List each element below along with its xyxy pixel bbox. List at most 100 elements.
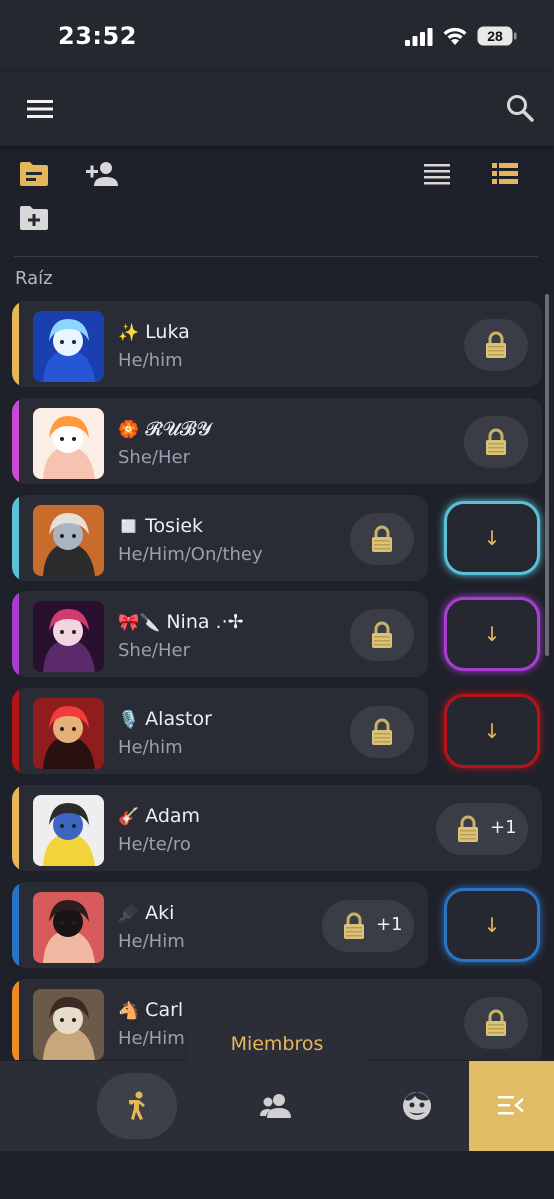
tab-members[interactable]: Miembros: [187, 1023, 367, 1065]
privacy-extra-count: +1: [490, 817, 517, 838]
groups-icon[interactable]: [259, 1092, 295, 1120]
member-list: ✨ Luka He/him 🏵️ 𝓡𝓤𝓑𝓨 She/Her ◻️ Tosiek He/Him/O…: [0, 298, 554, 1060]
privacy-lock-button[interactable]: [464, 319, 528, 371]
member-name: 🎸 Adam: [118, 805, 200, 827]
lock-icon: [458, 815, 478, 842]
privacy-lock-button[interactable]: [350, 512, 414, 565]
member-row: 🪮 Aki He/Him +1 ↓: [12, 881, 542, 968]
arrow-down-icon: ↓: [483, 719, 501, 744]
member-avatar: [33, 795, 104, 866]
member-card[interactable]: 🏵️ 𝓡𝓤𝓑𝓨 She/Her: [12, 397, 542, 484]
member-avatar: [33, 601, 104, 673]
member-avatar: [33, 891, 104, 963]
member-name-text: Aki: [145, 901, 175, 924]
member-emoji: ✨: [118, 323, 140, 343]
member-name-text: Carl: [145, 998, 184, 1021]
home-indicator-area: [0, 1151, 554, 1199]
member-card[interactable]: 🪮 Aki He/Him +1: [12, 881, 428, 968]
status-bar: 23:52 28: [0, 0, 554, 72]
signal-icon: [405, 28, 433, 46]
member-emoji: 🎙️: [118, 710, 140, 731]
lock-icon: [372, 525, 392, 552]
move-down-button[interactable]: ↓: [444, 887, 540, 962]
list-view-icon[interactable]: [422, 162, 452, 186]
move-down-button[interactable]: ↓: [444, 597, 540, 672]
person-add-icon[interactable]: [84, 158, 120, 190]
member-avatar: [33, 504, 104, 576]
member-name: ◻️ Tosiek: [118, 515, 203, 537]
bottom-navigation: [0, 1061, 554, 1151]
lock-icon: [344, 912, 364, 939]
tab-members-label: Miembros: [230, 1033, 324, 1055]
member-avatar: [33, 698, 104, 770]
member-row: 🎙️ Alastor He/him ↓: [12, 688, 542, 775]
wifi-icon: [443, 27, 467, 45]
member-name-text: Luka: [145, 321, 190, 343]
privacy-lock-button[interactable]: [350, 706, 414, 759]
member-color-bar: [12, 978, 19, 1060]
member-avatar: [33, 988, 104, 1060]
member-pronouns: He/Him: [118, 1027, 185, 1049]
folder-icon[interactable]: [18, 160, 50, 188]
privacy-lock-button[interactable]: [464, 996, 528, 1049]
member-card[interactable]: 🎸 Adam He/te/ro +1: [12, 785, 542, 871]
lock-icon: [486, 428, 506, 455]
member-row: 🏵️ 𝓡𝓤𝓑𝓨 She/Her: [12, 397, 542, 484]
arrow-down-icon: ↓: [483, 525, 501, 550]
divider: [14, 256, 538, 257]
member-card[interactable]: ◻️ Tosiek He/Him/On/they: [12, 494, 428, 581]
member-card[interactable]: 🎀🔪 Nina .·✢ She/Her: [12, 591, 428, 678]
member-name: 🎙️ Alastor: [118, 708, 212, 730]
member-emoji: 🎸: [118, 807, 140, 827]
member-name: 🏵️ 𝓡𝓤𝓑𝓨: [118, 418, 211, 440]
member-row: ✨ Luka He/him: [12, 301, 542, 387]
status-time: 23:52: [58, 22, 137, 50]
member-card[interactable]: 🎙️ Alastor He/him: [12, 688, 428, 775]
member-pronouns: He/him: [118, 737, 183, 759]
menu-icon[interactable]: [24, 94, 56, 124]
member-color-bar: [12, 591, 19, 678]
privacy-lock-button[interactable]: +1: [436, 803, 528, 855]
move-down-button[interactable]: ↓: [444, 694, 540, 769]
nav-front-button[interactable]: [97, 1073, 177, 1139]
member-color-bar: [12, 688, 19, 775]
member-pronouns: He/Him: [118, 930, 185, 952]
member-emoji: 🪮: [118, 903, 140, 924]
lock-icon: [372, 718, 392, 746]
member-emoji: 🎀🔪: [118, 613, 161, 634]
search-icon[interactable]: [504, 92, 536, 124]
member-row: 🎸 Adam He/te/ro +1: [12, 785, 542, 871]
lock-icon: [486, 1009, 506, 1036]
arrow-down-icon: ↓: [483, 912, 501, 937]
collapse-menu-button[interactable]: [469, 1061, 554, 1151]
lock-icon: [372, 621, 392, 649]
breadcrumb-root: Raíz: [15, 268, 53, 289]
detailed-list-icon[interactable]: [490, 162, 520, 186]
member-color-bar: [12, 785, 19, 871]
privacy-lock-button[interactable]: +1: [322, 899, 414, 952]
member-avatar: [33, 311, 104, 382]
move-down-button[interactable]: ↓: [444, 500, 540, 575]
battery-level: 28: [487, 28, 503, 44]
member-color-bar: [12, 301, 19, 387]
face-icon[interactable]: [401, 1090, 433, 1122]
member-pronouns: She/Her: [118, 446, 190, 468]
member-card[interactable]: ✨ Luka He/him: [12, 301, 542, 387]
app-bar: [0, 72, 554, 146]
member-color-bar: [12, 397, 19, 484]
privacy-lock-button[interactable]: [464, 415, 528, 468]
collapse-menu-icon: [498, 1096, 524, 1115]
member-name-text: Nina .·✢: [166, 611, 244, 634]
member-name: 🪮 Aki: [118, 902, 174, 924]
member-emoji: 🏵️: [118, 419, 140, 440]
member-name-text: Tosiek: [145, 514, 204, 537]
member-avatar: [33, 407, 104, 479]
lock-icon: [486, 331, 506, 358]
privacy-extra-count: +1: [376, 913, 403, 935]
create-folder-icon[interactable]: [18, 204, 50, 232]
privacy-lock-button[interactable]: [350, 609, 414, 662]
member-name-text: Adam: [145, 805, 201, 827]
member-emoji: 🐴: [118, 1000, 140, 1021]
member-name: 🐴 Carl: [118, 999, 183, 1021]
member-color-bar: [12, 881, 19, 968]
